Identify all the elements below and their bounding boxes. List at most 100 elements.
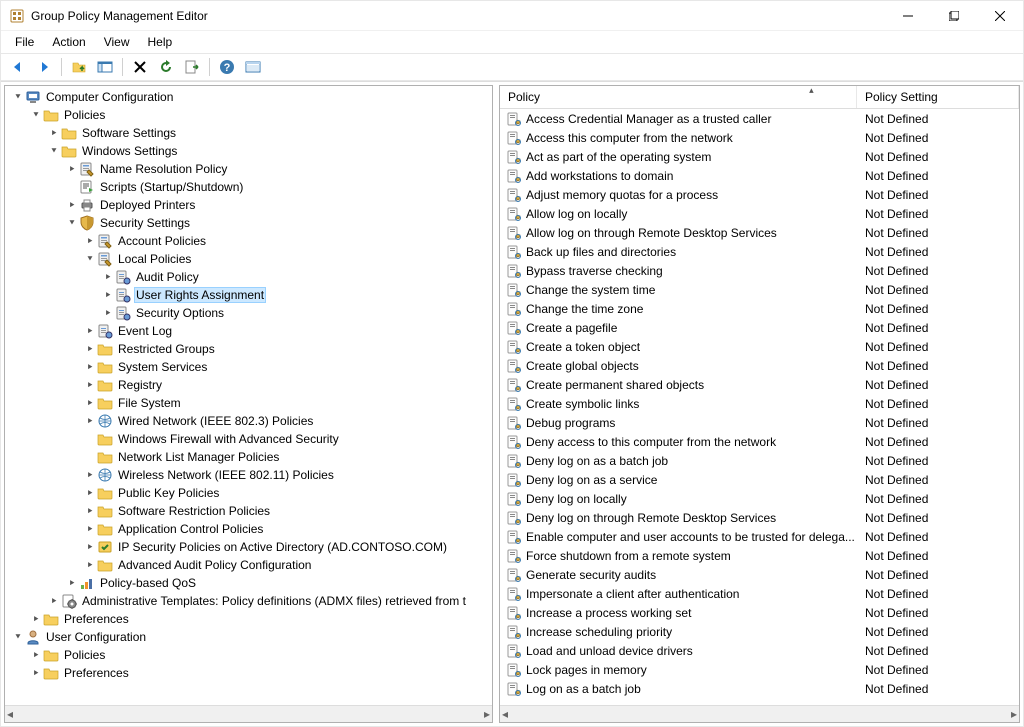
tree-item[interactable]: ⯈Application Control Policies xyxy=(5,520,492,538)
show-hide-tree-button[interactable] xyxy=(94,56,116,78)
scroll-left-icon[interactable]: ◂ xyxy=(7,707,13,721)
expander-closed-icon[interactable]: ⯈ xyxy=(29,650,43,661)
tree-item[interactable]: ⯈File System xyxy=(5,394,492,412)
policy-row[interactable]: Change the time zoneNot Defined xyxy=(500,299,1019,318)
policy-row[interactable]: Create a token objectNot Defined xyxy=(500,337,1019,356)
tree-item[interactable]: ⯆User Configuration xyxy=(5,628,492,646)
tree-item[interactable]: ⯈System Services xyxy=(5,358,492,376)
policy-row[interactable]: Deny access to this computer from the ne… xyxy=(500,432,1019,451)
column-header-setting[interactable]: Policy Setting xyxy=(857,86,1019,108)
tree-item[interactable]: ⯈Wireless Network (IEEE 802.11) Policies xyxy=(5,466,492,484)
tree-view[interactable]: ⯆Computer Configuration⯆Policies⯈Softwar… xyxy=(5,86,492,705)
policy-row[interactable]: Create permanent shared objectsNot Defin… xyxy=(500,375,1019,394)
expander-closed-icon[interactable]: ⯈ xyxy=(65,164,79,175)
policy-row[interactable]: Allow log on locallyNot Defined xyxy=(500,204,1019,223)
tree-item[interactable]: ⯈Software Settings xyxy=(5,124,492,142)
expander-closed-icon[interactable]: ⯈ xyxy=(83,488,97,499)
expander-closed-icon[interactable]: ⯈ xyxy=(83,542,97,553)
minimize-button[interactable] xyxy=(885,1,931,31)
policy-row[interactable]: Enable computer and user accounts to be … xyxy=(500,527,1019,546)
tree-item[interactable]: ⯆Policies xyxy=(5,106,492,124)
scroll-right-icon[interactable]: ▸ xyxy=(484,707,490,721)
expander-closed-icon[interactable]: ⯈ xyxy=(83,326,97,337)
policy-row[interactable]: Deny log on locallyNot Defined xyxy=(500,489,1019,508)
scroll-right-icon[interactable]: ▸ xyxy=(1011,707,1017,721)
policy-row[interactable]: Impersonate a client after authenticatio… xyxy=(500,584,1019,603)
expander-closed-icon[interactable]: ⯈ xyxy=(65,200,79,211)
policy-row[interactable]: Add workstations to domainNot Defined xyxy=(500,166,1019,185)
expander-closed-icon[interactable]: ⯈ xyxy=(29,614,43,625)
policy-row[interactable]: Force shutdown from a remote systemNot D… xyxy=(500,546,1019,565)
maximize-button[interactable] xyxy=(931,1,977,31)
tree-item[interactable]: ⯈Windows Firewall with Advanced Security xyxy=(5,430,492,448)
policy-row[interactable]: Act as part of the operating systemNot D… xyxy=(500,147,1019,166)
policy-row[interactable]: Log on as a batch jobNot Defined xyxy=(500,679,1019,698)
expander-closed-icon[interactable]: ⯈ xyxy=(65,578,79,589)
tree-item[interactable]: ⯈Administrative Templates: Policy defini… xyxy=(5,592,492,610)
tree-item[interactable]: ⯆Security Settings xyxy=(5,214,492,232)
expander-open-icon[interactable]: ⯆ xyxy=(65,218,79,229)
tree-item[interactable]: ⯈Account Policies xyxy=(5,232,492,250)
policy-row[interactable]: Increase a process working setNot Define… xyxy=(500,603,1019,622)
expander-closed-icon[interactable]: ⯈ xyxy=(83,470,97,481)
tree-item[interactable]: ⯈Preferences xyxy=(5,610,492,628)
policy-row[interactable]: Allow log on through Remote Desktop Serv… xyxy=(500,223,1019,242)
tree-item[interactable]: ⯈Event Log xyxy=(5,322,492,340)
expander-closed-icon[interactable]: ⯈ xyxy=(83,380,97,391)
tree-item[interactable]: ⯈User Rights Assignment xyxy=(5,286,492,304)
menu-view[interactable]: View xyxy=(96,33,138,51)
policy-row[interactable]: Increase scheduling priorityNot Defined xyxy=(500,622,1019,641)
expander-open-icon[interactable]: ⯆ xyxy=(47,146,61,157)
policy-row[interactable]: Adjust memory quotas for a processNot De… xyxy=(500,185,1019,204)
policy-row[interactable]: Access this computer from the networkNot… xyxy=(500,128,1019,147)
tree-item[interactable]: ⯈Software Restriction Policies xyxy=(5,502,492,520)
tree-item[interactable]: ⯈Policy-based QoS xyxy=(5,574,492,592)
tree-item[interactable]: ⯈Audit Policy xyxy=(5,268,492,286)
menu-file[interactable]: File xyxy=(7,33,42,51)
expander-closed-icon[interactable]: ⯈ xyxy=(83,398,97,409)
policy-list[interactable]: Access Credential Manager as a trusted c… xyxy=(500,109,1019,705)
policy-row[interactable]: Bypass traverse checkingNot Defined xyxy=(500,261,1019,280)
refresh-button[interactable] xyxy=(155,56,177,78)
policy-row[interactable]: Load and unload device driversNot Define… xyxy=(500,641,1019,660)
export-list-button[interactable] xyxy=(181,56,203,78)
up-button[interactable] xyxy=(68,56,90,78)
tree-item[interactable]: ⯆Local Policies xyxy=(5,250,492,268)
scroll-left-icon[interactable]: ◂ xyxy=(502,707,508,721)
policy-row[interactable]: Debug programsNot Defined xyxy=(500,413,1019,432)
policy-row[interactable]: Lock pages in memoryNot Defined xyxy=(500,660,1019,679)
policy-row[interactable]: Change the system timeNot Defined xyxy=(500,280,1019,299)
expander-closed-icon[interactable]: ⯈ xyxy=(83,344,97,355)
tree-item[interactable]: ⯈Policies xyxy=(5,646,492,664)
tree-item[interactable]: ⯆Windows Settings xyxy=(5,142,492,160)
policy-row[interactable]: Deny log on as a serviceNot Defined xyxy=(500,470,1019,489)
policy-row[interactable]: Create symbolic linksNot Defined xyxy=(500,394,1019,413)
tree-item[interactable]: ⯈Advanced Audit Policy Configuration xyxy=(5,556,492,574)
expander-closed-icon[interactable]: ⯈ xyxy=(29,668,43,679)
expander-closed-icon[interactable]: ⯈ xyxy=(101,272,115,283)
back-button[interactable] xyxy=(7,56,29,78)
expander-open-icon[interactable]: ⯆ xyxy=(83,254,97,265)
tree-item[interactable]: ⯈Preferences xyxy=(5,664,492,682)
help-button[interactable] xyxy=(216,56,238,78)
tree-item[interactable]: ⯈Name Resolution Policy xyxy=(5,160,492,178)
tree-item[interactable]: ⯈Wired Network (IEEE 802.3) Policies xyxy=(5,412,492,430)
tree-item[interactable]: ⯆Computer Configuration xyxy=(5,88,492,106)
expander-closed-icon[interactable]: ⯈ xyxy=(101,290,115,301)
expander-closed-icon[interactable]: ⯈ xyxy=(83,416,97,427)
tree-item[interactable]: ⯈Public Key Policies xyxy=(5,484,492,502)
expander-closed-icon[interactable]: ⯈ xyxy=(83,236,97,247)
menu-action[interactable]: Action xyxy=(44,33,93,51)
tree-item[interactable]: ⯈Scripts (Startup/Shutdown) xyxy=(5,178,492,196)
expander-closed-icon[interactable]: ⯈ xyxy=(83,524,97,535)
policy-row[interactable]: Deny log on through Remote Desktop Servi… xyxy=(500,508,1019,527)
details-view-button[interactable] xyxy=(242,56,264,78)
expander-closed-icon[interactable]: ⯈ xyxy=(83,506,97,517)
column-header-policy[interactable]: Policy xyxy=(500,86,857,108)
forward-button[interactable] xyxy=(33,56,55,78)
expander-closed-icon[interactable]: ⯈ xyxy=(83,362,97,373)
horizontal-scrollbar[interactable]: ◂ ▸ xyxy=(5,705,492,722)
expander-closed-icon[interactable]: ⯈ xyxy=(47,128,61,139)
tree-item[interactable]: ⯈Registry xyxy=(5,376,492,394)
expander-open-icon[interactable]: ⯆ xyxy=(11,92,25,103)
